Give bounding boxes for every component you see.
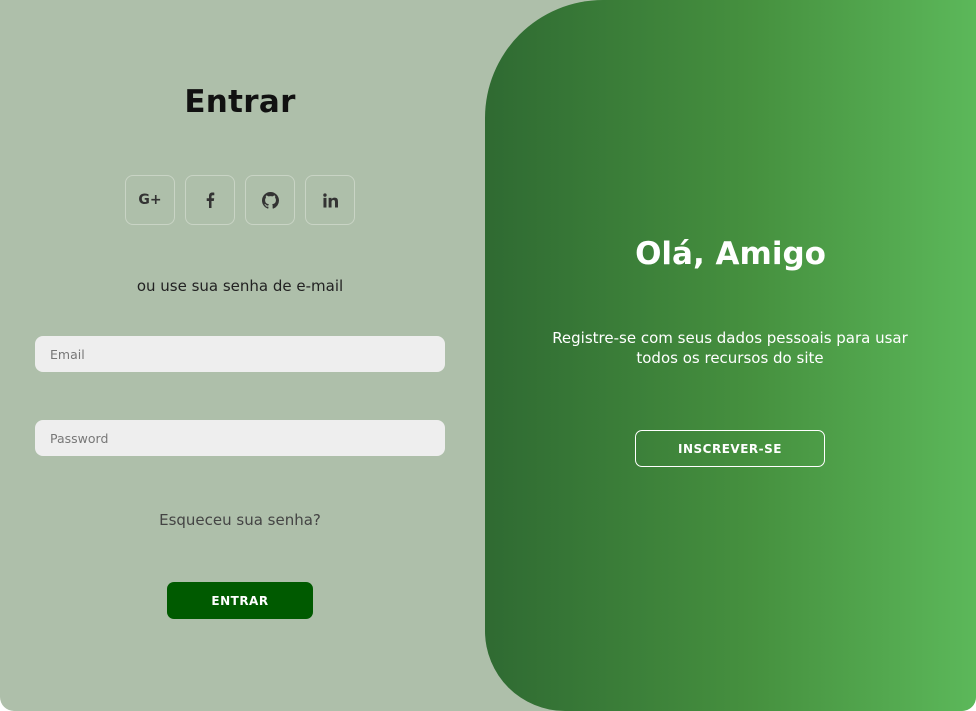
linkedin-button[interactable]: [305, 175, 355, 225]
email-field[interactable]: [35, 336, 445, 372]
forgot-password-link[interactable]: Esqueceu sua senha?: [0, 511, 480, 529]
github-icon: [261, 191, 279, 209]
signup-button[interactable]: INSCREVER-SE: [635, 430, 825, 467]
signin-button[interactable]: ENTRAR: [167, 582, 313, 619]
signup-overlay-panel: Olá, Amigo Registre-se com seus dados pe…: [485, 0, 976, 711]
google-plus-icon: G+: [138, 192, 162, 208]
panel-title: Olá, Amigo: [635, 236, 826, 272]
facebook-icon: [206, 192, 215, 208]
signin-subtitle: ou use sua senha de e-mail: [136, 277, 344, 295]
linkedin-icon: [322, 192, 338, 208]
panel-text: Registre-se com seus dados pessoais para…: [552, 329, 908, 367]
social-login-group: G+: [125, 175, 355, 225]
signin-title: Entrar: [184, 84, 296, 120]
signin-form: Entrar G+ ou use sua senha de e-mail Ema…: [0, 0, 485, 711]
facebook-button[interactable]: [185, 175, 235, 225]
auth-container: Entrar G+ ou use sua senha de e-mail Ema…: [0, 0, 976, 711]
github-button[interactable]: [245, 175, 295, 225]
password-field[interactable]: [35, 420, 445, 456]
google-plus-button[interactable]: G+: [125, 175, 175, 225]
